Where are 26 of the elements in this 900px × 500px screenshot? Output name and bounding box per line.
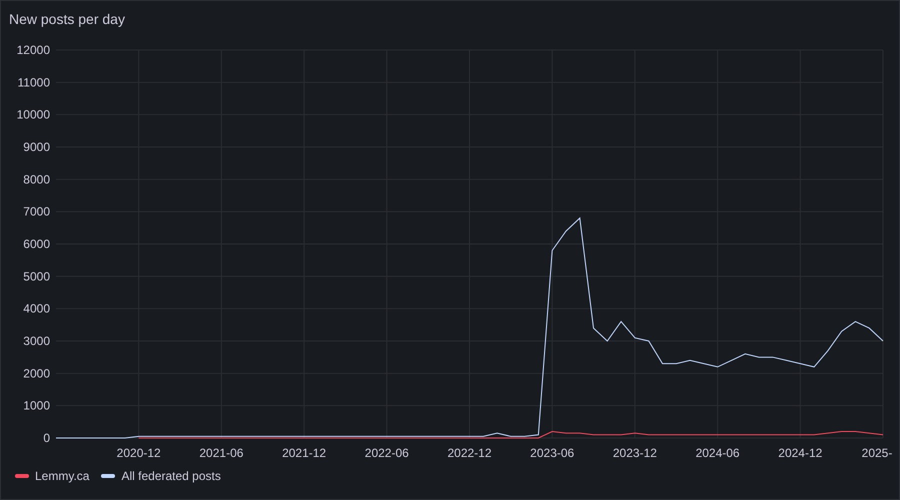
x-axis-label: 2023-06 (530, 446, 574, 460)
x-axis-label: 2021-06 (199, 446, 244, 460)
y-axis-label: 9000 (23, 140, 50, 154)
y-axis-label: 0 (43, 431, 50, 445)
x-axis-label: 2025- (862, 446, 892, 460)
panel-title: New posts per day (9, 11, 125, 27)
y-axis-label: 12000 (16, 43, 50, 57)
y-axis-label: 8000 (23, 172, 50, 186)
y-axis-label: 3000 (23, 334, 50, 348)
legend-label[interactable]: All federated posts (121, 467, 221, 485)
legend-label[interactable]: Lemmy.ca (35, 467, 90, 485)
y-axis-label: 5000 (23, 269, 50, 284)
y-axis-label: 4000 (23, 302, 50, 316)
x-axis-label: 2024-12 (778, 446, 822, 460)
y-axis-label: 1000 (23, 398, 50, 413)
y-axis-label: 11000 (18, 75, 50, 90)
y-axis-label: 10000 (16, 108, 50, 122)
x-axis-label: 2022-12 (447, 446, 492, 460)
x-axis-label: 2023-12 (612, 446, 657, 460)
x-axis-label: 2021-12 (282, 446, 326, 460)
x-axis-label: 2024-06 (696, 446, 740, 460)
y-axis-label: 2000 (23, 366, 50, 380)
y-axis-label: 6000 (23, 237, 50, 251)
x-axis-label: 2020-12 (116, 446, 161, 460)
y-axis-label: 7000 (23, 204, 50, 219)
x-axis-label: 2022-06 (364, 446, 409, 460)
